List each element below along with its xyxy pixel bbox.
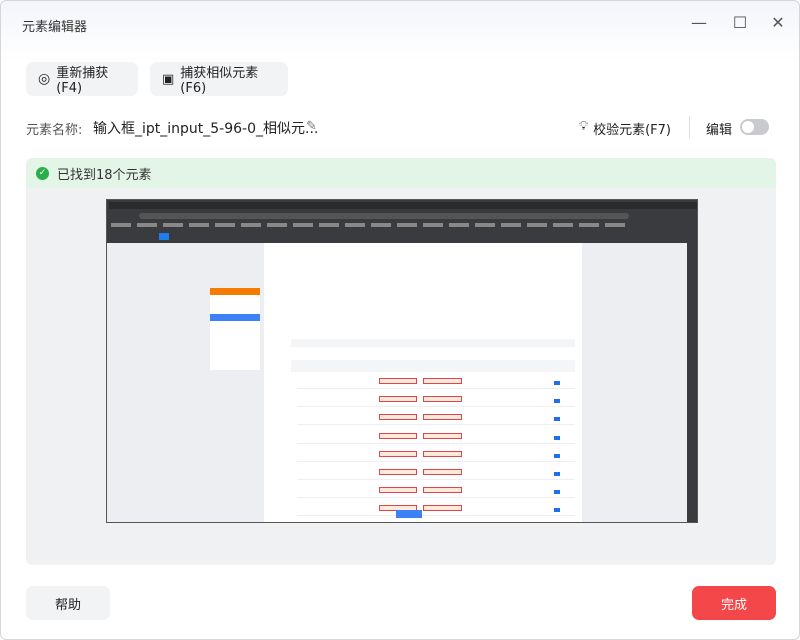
preview-highlighted-input (423, 450, 462, 457)
preview-highlighted-input (423, 487, 462, 494)
target-refresh-icon: ◎ (38, 71, 51, 87)
preview-highlighted-input (379, 469, 417, 475)
similar-elements-icon: ▣ (162, 71, 175, 87)
preview-highlighted-input (379, 432, 417, 439)
preview-highlighted-input (379, 378, 417, 384)
divider (689, 116, 690, 138)
capture-similar-label: 捕获相似元素(F6) (180, 66, 259, 96)
validate-label: 校验元素(F7) (593, 123, 672, 138)
element-editor-window: 元素编辑器 — ☐ ✕ ◎ 重新捕获(F4) ▣ 捕获相似元素(F6) 元素名称… (0, 0, 800, 640)
minimize-button[interactable]: — (687, 11, 711, 35)
recapture-label: 重新捕获(F4) (56, 66, 109, 96)
status-text: 已找到18个元素 (57, 167, 152, 183)
preview-highlighted-input (379, 396, 417, 403)
element-screenshot-preview (106, 199, 698, 523)
edit-name-pencil-icon[interactable]: ✎ (306, 119, 317, 134)
preview-highlighted-input (423, 396, 462, 403)
edit-label: 编辑 (706, 123, 733, 138)
lightbulb-icon: 💡︎ (579, 119, 589, 134)
preview-highlighted-input (423, 469, 462, 475)
status-banner: ✓ 已找到18个元素 (26, 158, 776, 188)
capture-similar-button[interactable]: ▣ 捕获相似元素(F6) (150, 62, 288, 96)
preview-highlighted-input (423, 432, 462, 439)
preview-highlighted-input (423, 414, 462, 421)
element-name-label: 元素名称: (26, 123, 83, 138)
close-button[interactable]: ✕ (766, 11, 790, 35)
window-title: 元素编辑器 (22, 20, 88, 35)
help-button[interactable]: 帮助 (26, 586, 110, 620)
done-button[interactable]: 完成 (692, 586, 776, 620)
validate-element-button[interactable]: 💡︎ 校验元素(F7) (579, 119, 671, 138)
recapture-button[interactable]: ◎ 重新捕获(F4) (26, 62, 138, 96)
maximize-button[interactable]: ☐ (728, 11, 752, 35)
preview-highlighted-input (423, 505, 462, 512)
element-name-value: 输入框_ipt_input_5-96-0_相似元... (93, 121, 319, 137)
preview-highlighted-input (379, 450, 417, 457)
preview-highlighted-input (379, 487, 417, 494)
preview-highlighted-input (423, 378, 462, 384)
check-circle-icon: ✓ (36, 166, 49, 180)
edit-toggle[interactable] (740, 119, 769, 135)
preview-highlighted-input (379, 414, 417, 421)
